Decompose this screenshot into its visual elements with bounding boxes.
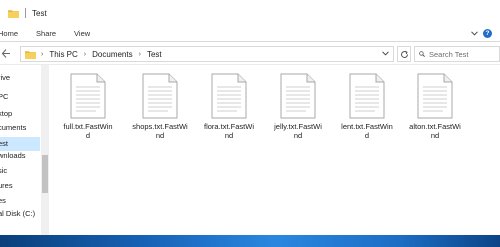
navigation-pane: rive PC ktop cuments est wnloads sic ure…: [0, 65, 50, 247]
file-name-line: lent.txt.FastWin: [341, 122, 393, 131]
nav-item-label: rive: [0, 73, 11, 82]
back-arrow-icon[interactable]: [2, 49, 10, 58]
chevron-down-icon[interactable]: [382, 51, 389, 56]
file-name-line: nd: [293, 131, 303, 140]
file-item[interactable]: lent.txt.FastWin d: [334, 73, 400, 140]
nav-item-local-disk[interactable]: al Disk (C:): [0, 207, 40, 221]
nav-item-desktop[interactable]: ktop: [0, 107, 40, 121]
tab-home[interactable]: Home: [0, 29, 18, 38]
search-box[interactable]: [414, 46, 500, 62]
file-name-line: nd: [224, 131, 234, 140]
file-name-line: d: [364, 131, 370, 140]
taskbar: [0, 235, 500, 247]
nav-item-this-pc[interactable]: PC: [0, 90, 40, 104]
file-name: alton.txt.FastWi nd: [402, 122, 468, 140]
file-name-line: nd: [430, 131, 440, 140]
file-item[interactable]: flora.txt.FastWi nd: [196, 73, 262, 140]
search-input[interactable]: [429, 49, 499, 59]
file-item[interactable]: jelly.txt.FastWi nd: [265, 73, 331, 140]
text-document-icon: [417, 73, 453, 119]
window-title: Test: [32, 8, 47, 18]
file-name: full.txt.FastWin d: [55, 122, 121, 140]
file-name-line: d: [85, 131, 91, 140]
breadcrumb-separator[interactable]: ›: [84, 51, 86, 58]
tab-view[interactable]: View: [74, 29, 90, 38]
title-separator: [25, 8, 26, 18]
file-view: full.txt.FastWin d shops.txt.FastWi nd f…: [50, 65, 500, 235]
nav-item-label: wnloads: [0, 151, 26, 160]
file-name: lent.txt.FastWin d: [334, 122, 400, 140]
file-item[interactable]: alton.txt.FastWi nd: [402, 73, 468, 140]
file-name-line: full.txt.FastWin: [63, 122, 113, 131]
file-item[interactable]: full.txt.FastWin d: [55, 73, 121, 140]
tab-share[interactable]: Share: [36, 29, 56, 38]
file-name: flora.txt.FastWi nd: [196, 122, 262, 140]
ribbon-tabs: Home Share View ?: [0, 26, 500, 42]
title-bar: Test: [0, 0, 500, 26]
file-item[interactable]: shops.txt.FastWi nd: [127, 73, 193, 140]
nav-item-label: sic: [0, 166, 8, 175]
nav-item-videos[interactable]: es: [0, 194, 40, 208]
nav-item-label: es: [0, 196, 6, 205]
file-name: shops.txt.FastWi nd: [127, 122, 193, 140]
address-bar[interactable]: › This PC › Documents › Test: [20, 46, 394, 62]
nav-item-label: PC: [0, 92, 9, 101]
file-name-line: shops.txt.FastWi: [132, 122, 188, 131]
text-document-icon: [70, 73, 106, 119]
text-document-icon: [142, 73, 178, 119]
nav-item-label: est: [0, 139, 9, 148]
breadcrumb-this-pc[interactable]: This PC: [49, 50, 77, 59]
breadcrumb-documents[interactable]: Documents: [92, 50, 132, 59]
folder-icon: [25, 50, 36, 59]
scrollbar-thumb[interactable]: [42, 155, 48, 193]
nav-item-downloads[interactable]: wnloads: [0, 149, 40, 163]
nav-item-pictures[interactable]: ures: [0, 179, 40, 193]
address-bar-row: › This PC › Documents › Test: [0, 43, 500, 65]
file-name-line: alton.txt.FastWi: [409, 122, 461, 131]
refresh-icon: [400, 50, 408, 58]
nav-item-label: al Disk (C:): [0, 209, 36, 218]
breadcrumb-separator[interactable]: ›: [41, 51, 43, 58]
file-name-line: nd: [155, 131, 165, 140]
nav-item-label: cuments: [0, 123, 27, 132]
nav-scrollbar[interactable]: [41, 65, 49, 247]
breadcrumb-separator[interactable]: ›: [139, 51, 141, 58]
nav-item-label: ures: [0, 181, 13, 190]
file-name-line: jelly.txt.FastWi: [274, 122, 322, 131]
nav-item-drive[interactable]: rive: [0, 71, 40, 85]
nav-item-label: ktop: [0, 109, 13, 118]
nav-item-documents[interactable]: cuments: [0, 121, 40, 135]
chevron-down-icon[interactable]: [471, 31, 478, 36]
text-document-icon: [280, 73, 316, 119]
text-document-icon: [349, 73, 385, 119]
help-icon[interactable]: ?: [483, 29, 492, 38]
file-name-line: flora.txt.FastWi: [203, 122, 254, 131]
text-document-icon: [211, 73, 247, 119]
folder-icon: [8, 9, 19, 18]
nav-item-music[interactable]: sic: [0, 164, 40, 178]
refresh-button[interactable]: [397, 46, 411, 62]
search-icon: [419, 51, 425, 57]
file-name: jelly.txt.FastWi nd: [265, 122, 331, 140]
breadcrumb-test[interactable]: Test: [147, 50, 162, 59]
